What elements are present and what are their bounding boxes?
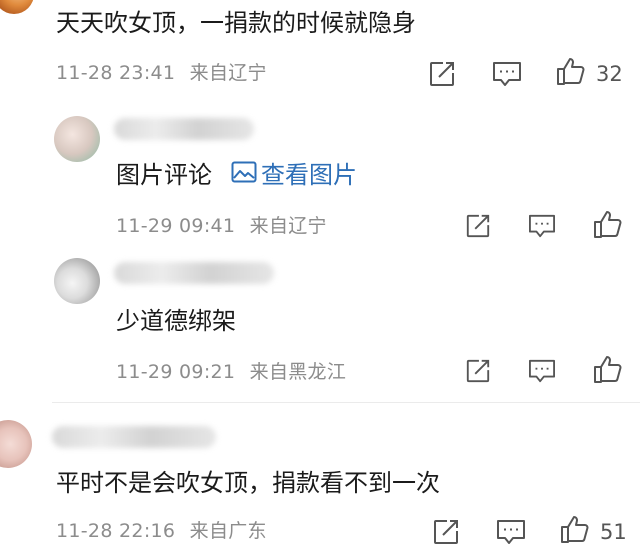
reply-location: 来自黑龙江 [249,361,347,383]
image-icon [231,160,257,190]
comment-icon[interactable] [492,60,522,88]
like-count: 32 [596,62,623,86]
avatar[interactable] [54,258,100,304]
image-comment-label: 图片评论 [116,161,212,189]
reply-location: 来自辽宁 [249,215,327,237]
comment-time: 11-28 22:16 [56,520,176,542]
divider [52,402,640,403]
comment-meta: 11-28 23:41 来自辽宁 [56,61,267,85]
like-count: 51 [600,520,627,544]
username-blurred[interactable] [52,426,216,448]
share-icon[interactable] [465,358,491,384]
username-blurred[interactable] [114,262,274,284]
comment-text: 平时不是会吹女顶，捐款看不到一次 [56,469,440,497]
username-blurred[interactable] [114,118,254,140]
view-image-label: 查看图片 [261,161,357,189]
thumbs-up-icon[interactable] [556,56,586,86]
share-icon[interactable] [465,213,491,239]
comment-icon[interactable] [528,358,556,384]
reply-time: 11-29 09:21 [116,361,236,383]
comment-meta: 11-28 22:16 来自广东 [56,519,267,543]
reply-meta: 11-29 09:21 来自黑龙江 [116,360,346,384]
comment-icon[interactable] [528,213,556,239]
reply-text: 图片评论 [116,160,212,190]
reply-text: 少道德绑架 [116,307,236,335]
comment-icon[interactable] [496,518,526,546]
avatar[interactable] [0,0,34,14]
thumbs-up-icon[interactable] [593,354,623,384]
thumbs-up-icon[interactable] [593,209,623,239]
reply-meta: 11-29 09:41 来自辽宁 [116,214,327,238]
view-image-link[interactable]: 查看图片 [231,160,357,190]
share-icon[interactable] [428,60,456,88]
avatar[interactable] [0,420,32,468]
comment-location: 来自广东 [189,520,267,542]
thumbs-up-icon[interactable] [560,514,590,544]
reply-time: 11-29 09:41 [116,215,236,237]
share-icon[interactable] [432,518,460,546]
comment-location: 来自辽宁 [189,62,267,84]
avatar[interactable] [54,116,100,162]
comment-text: 天天吹女顶，一捐款的时候就隐身 [56,9,416,37]
comment-time: 11-28 23:41 [56,62,176,84]
